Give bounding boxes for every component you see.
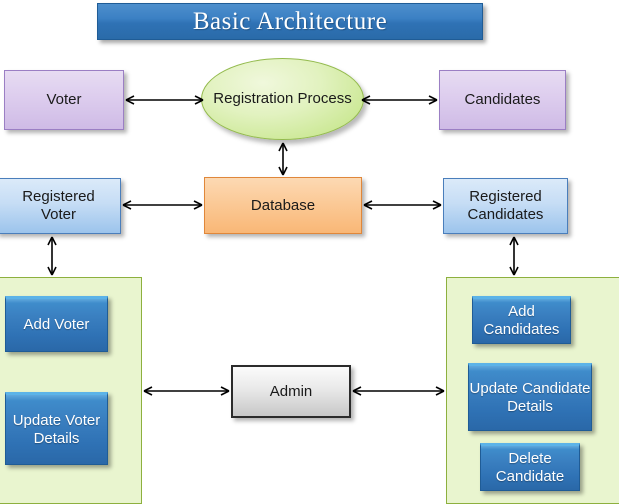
connector-registered-voter-to-database (122, 200, 203, 210)
architecture-diagram-canvas: Basic Architecture Voter Registration Pr… (0, 0, 619, 504)
connector-registered-voter-to-voter-group (47, 236, 57, 276)
connector-candidates-to-registration (361, 95, 438, 105)
connector-database-to-registered-candidates (363, 200, 442, 210)
connector-registration-to-database (278, 142, 288, 176)
connector-admin-to-candidate-group (352, 386, 445, 396)
connector-voter-group-to-admin (143, 386, 230, 396)
connector-layer (47, 95, 519, 396)
connector-registered-candidates-to-candidate-group (509, 236, 519, 276)
connector-voter-to-registration (125, 95, 204, 105)
